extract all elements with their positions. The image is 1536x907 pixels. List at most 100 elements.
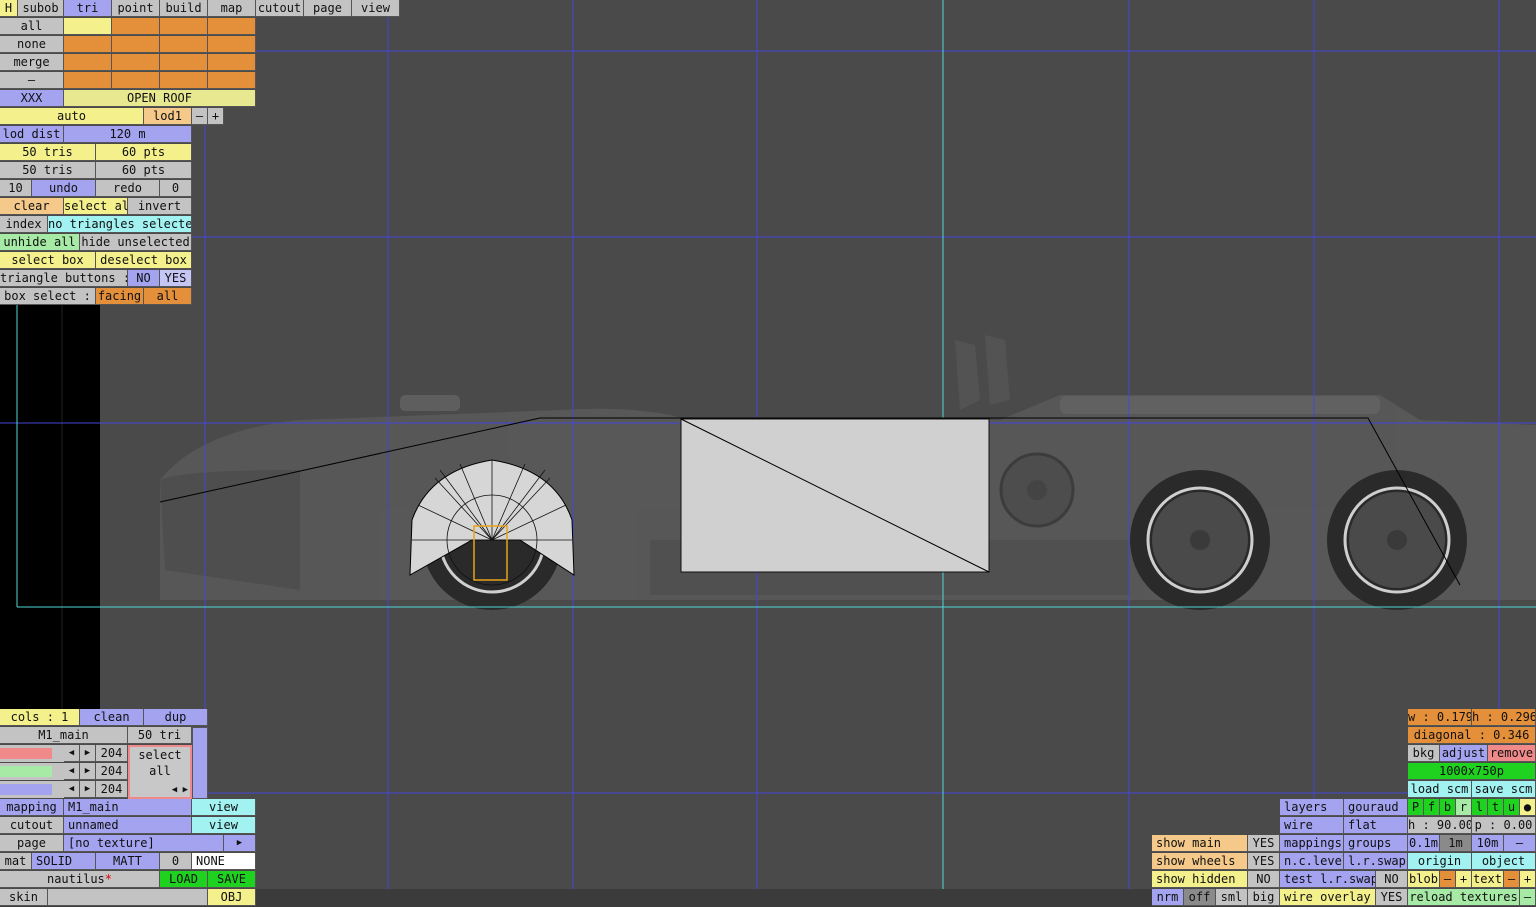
view-u-button[interactable]: u xyxy=(1504,799,1520,816)
load-scm-button[interactable]: load scm xyxy=(1408,781,1472,798)
box-select-all-button[interactable]: all xyxy=(144,288,192,305)
tab-build[interactable]: build xyxy=(160,0,208,17)
viewport[interactable] xyxy=(0,0,1536,907)
triangle-buttons-yes[interactable]: YES xyxy=(160,270,192,287)
lod-minus-button[interactable]: – xyxy=(192,108,208,125)
subob-cell[interactable] xyxy=(160,18,208,35)
subob-cell[interactable] xyxy=(64,36,112,53)
save-button[interactable]: SAVE xyxy=(208,871,256,888)
none-field[interactable]: NONE xyxy=(192,853,256,870)
tab-tri[interactable]: tri xyxy=(64,0,112,17)
tab-subob[interactable]: subob xyxy=(18,0,64,17)
none-button[interactable]: none xyxy=(0,36,64,53)
view-l-button[interactable]: l xyxy=(1472,799,1488,816)
hide-unselected-button[interactable]: hide unselected xyxy=(80,234,192,251)
open-roof-button[interactable]: OPEN ROOF xyxy=(64,90,256,107)
green-right-arrow-icon[interactable]: ▶ xyxy=(80,763,96,780)
lod-plus-button[interactable]: + xyxy=(208,108,224,125)
red-right-arrow-icon[interactable]: ▶ xyxy=(80,745,96,762)
gouraud-button[interactable]: gouraud xyxy=(1344,799,1408,816)
subob-cell[interactable] xyxy=(64,18,112,35)
off-button[interactable]: off xyxy=(1184,889,1216,906)
all-button[interactable]: all xyxy=(0,18,64,35)
show-hidden-toggle[interactable]: NO xyxy=(1248,871,1280,888)
swatch-arrows-icon[interactable]: ◀ ▶ xyxy=(172,785,188,795)
resolution-button[interactable]: 1000x750p xyxy=(1408,763,1536,780)
text-button[interactable]: text xyxy=(1472,871,1504,888)
remove-button[interactable]: remove xyxy=(1488,745,1536,762)
test-lrswap-toggle[interactable]: NO xyxy=(1376,871,1408,888)
heading-readout[interactable]: h : 90.00 xyxy=(1408,817,1472,834)
subob-cell[interactable] xyxy=(208,36,256,53)
subob-cell[interactable] xyxy=(160,36,208,53)
nclevel-button[interactable]: n.c.level xyxy=(1280,853,1344,870)
red-slider[interactable] xyxy=(0,745,64,762)
view-r-button[interactable]: r xyxy=(1456,799,1472,816)
auto-button[interactable]: auto xyxy=(0,108,144,125)
load-button[interactable]: LOAD xyxy=(160,871,208,888)
red-left-arrow-icon[interactable]: ◀ xyxy=(64,745,80,762)
layers-button[interactable]: layers xyxy=(1280,799,1344,816)
reload-minus-button[interactable]: – xyxy=(1520,889,1536,906)
subob-cell[interactable] xyxy=(112,72,160,89)
lrswap-button[interactable]: l.r.swap xyxy=(1344,853,1408,870)
groups-button[interactable]: groups xyxy=(1344,835,1408,852)
undo-button[interactable]: undo xyxy=(32,180,96,197)
lod1-button[interactable]: lod1 xyxy=(144,108,192,125)
mappings-button[interactable]: mappings xyxy=(1280,835,1344,852)
play-icon[interactable]: ▶ xyxy=(224,835,256,852)
view-dot-icon[interactable]: ● xyxy=(1520,799,1536,816)
mat-zero[interactable]: 0 xyxy=(160,853,192,870)
show-wheels-toggle[interactable]: YES xyxy=(1248,853,1280,870)
wire-overlay-toggle[interactable]: YES xyxy=(1376,889,1408,906)
material-name[interactable]: M1_main xyxy=(0,727,128,744)
text-minus-button[interactable]: – xyxy=(1504,871,1520,888)
blue-right-arrow-icon[interactable]: ▶ xyxy=(80,781,96,798)
deselect-box-button[interactable]: deselect box xyxy=(96,252,192,269)
facing-button[interactable]: facing xyxy=(96,288,144,305)
step-1m-button[interactable]: 1m xyxy=(1440,835,1472,852)
blue-value[interactable]: 204 xyxy=(96,781,128,798)
blob-plus-button[interactable]: + xyxy=(1456,871,1472,888)
origin-button[interactable]: origin xyxy=(1408,853,1472,870)
subob-cell[interactable] xyxy=(112,18,160,35)
clean-button[interactable]: clean xyxy=(80,709,144,726)
green-value[interactable]: 204 xyxy=(96,763,128,780)
invert-button[interactable]: invert xyxy=(128,198,192,215)
filename[interactable]: nautilus* xyxy=(0,871,160,888)
triangle-buttons-no[interactable]: NO xyxy=(128,270,160,287)
green-left-arrow-icon[interactable]: ◀ xyxy=(64,763,80,780)
dup-button[interactable]: dup xyxy=(144,709,208,726)
text-plus-button[interactable]: + xyxy=(1520,871,1536,888)
blob-minus-button[interactable]: – xyxy=(1440,871,1456,888)
mapping-value[interactable]: M1_main xyxy=(64,799,192,816)
obj-button[interactable]: OBJ xyxy=(208,889,256,906)
cutout-view-button[interactable]: view xyxy=(192,817,256,834)
select-box-button[interactable]: select box xyxy=(0,252,96,269)
red-value[interactable]: 204 xyxy=(96,745,128,762)
step-0-1m-button[interactable]: 0.1m xyxy=(1408,835,1440,852)
adjust-button[interactable]: adjust xyxy=(1440,745,1488,762)
index-button[interactable]: index xyxy=(0,216,48,233)
view-t-button[interactable]: t xyxy=(1488,799,1504,816)
show-main-toggle[interactable]: YES xyxy=(1248,835,1280,852)
page-value[interactable]: [no texture] xyxy=(64,835,224,852)
flat-button[interactable]: flat xyxy=(1344,817,1408,834)
subob-cell[interactable] xyxy=(208,72,256,89)
dash-button[interactable]: – xyxy=(0,72,64,89)
view-p-button[interactable]: P xyxy=(1408,799,1424,816)
solid-button[interactable]: SOLID xyxy=(32,853,96,870)
tab-cutout[interactable]: cutout xyxy=(256,0,304,17)
reload-textures-button[interactable]: reload textures xyxy=(1408,889,1520,906)
h-button[interactable]: H xyxy=(0,0,18,17)
sml-button[interactable]: sml xyxy=(1216,889,1248,906)
subob-cell[interactable] xyxy=(208,54,256,71)
skin-field[interactable] xyxy=(48,889,208,906)
mapping-view-button[interactable]: view xyxy=(192,799,256,816)
subob-cell[interactable] xyxy=(208,18,256,35)
big-button[interactable]: big xyxy=(1248,889,1280,906)
xxx-button[interactable]: XXX xyxy=(0,90,64,107)
tab-view[interactable]: view xyxy=(352,0,400,17)
view-f-button[interactable]: f xyxy=(1424,799,1440,816)
wire-button[interactable]: wire xyxy=(1280,817,1344,834)
